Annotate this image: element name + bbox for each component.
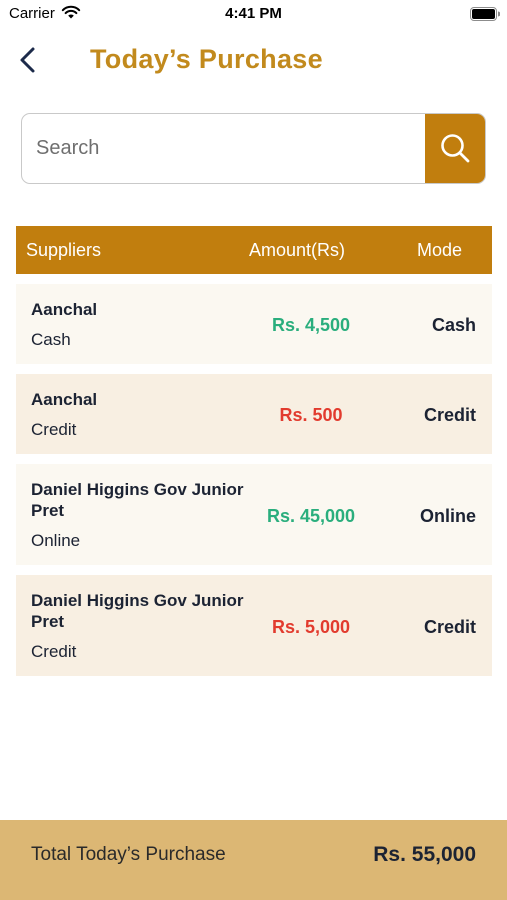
- payment-sub-mode: Online: [31, 531, 81, 550]
- status-bar: Carrier 4:41 PM: [0, 0, 507, 28]
- purchase-amount: Rs. 4,500: [271, 315, 351, 335]
- chevron-left-icon: [20, 47, 35, 73]
- clock: 4:41 PM: [225, 5, 282, 22]
- payment-sub-mode: Credit: [31, 420, 77, 439]
- total-label: Total Today’s Purchase: [31, 844, 226, 865]
- table-header: Suppliers Amount(Rs) Mode: [16, 226, 492, 274]
- purchase-amount: Rs. 500: [279, 405, 343, 425]
- payment-mode: Credit: [423, 617, 476, 637]
- search-bar: [21, 113, 486, 184]
- payment-mode: Cash: [431, 315, 476, 335]
- purchase-list: Aanchal Cash Rs. 4,500 Cash Aanchal Cred…: [16, 284, 492, 686]
- purchase-row[interactable]: Daniel Higgins Gov Junior Pret Online Rs…: [16, 464, 492, 565]
- payment-mode: Credit: [423, 405, 476, 425]
- back-button[interactable]: [12, 44, 44, 76]
- column-header-mode: Mode: [417, 240, 463, 260]
- purchase-row[interactable]: Aanchal Credit Rs. 500 Credit: [16, 374, 492, 454]
- payment-sub-mode: Cash: [31, 330, 71, 349]
- purchase-amount: Rs. 5,000: [271, 617, 351, 637]
- purchase-amount: Rs. 45,000: [266, 506, 356, 526]
- supplier-name: Daniel Higgins Gov Junior Pret: [31, 480, 244, 520]
- purchase-row[interactable]: Aanchal Cash Rs. 4,500 Cash: [16, 284, 492, 364]
- battery-icon: [470, 7, 500, 21]
- payment-sub-mode: Credit: [31, 642, 77, 661]
- supplier-name: Aanchal: [31, 300, 98, 319]
- search-icon: [441, 134, 470, 163]
- column-header-suppliers: Suppliers: [26, 240, 102, 260]
- payment-mode: Online: [419, 506, 476, 526]
- total-footer: Total Today’s Purchase Rs. 55,000: [0, 820, 507, 900]
- search-input[interactable]: [22, 114, 426, 183]
- search-button[interactable]: [425, 114, 485, 183]
- supplier-name: Aanchal: [31, 390, 98, 409]
- page-title: Today’s Purchase: [90, 44, 323, 74]
- total-value: Rs. 55,000: [373, 843, 476, 866]
- column-header-amount: Amount(Rs): [249, 240, 346, 260]
- purchase-row[interactable]: Daniel Higgins Gov Junior Pret Credit Rs…: [16, 575, 492, 676]
- supplier-name: Daniel Higgins Gov Junior Pret: [31, 591, 244, 631]
